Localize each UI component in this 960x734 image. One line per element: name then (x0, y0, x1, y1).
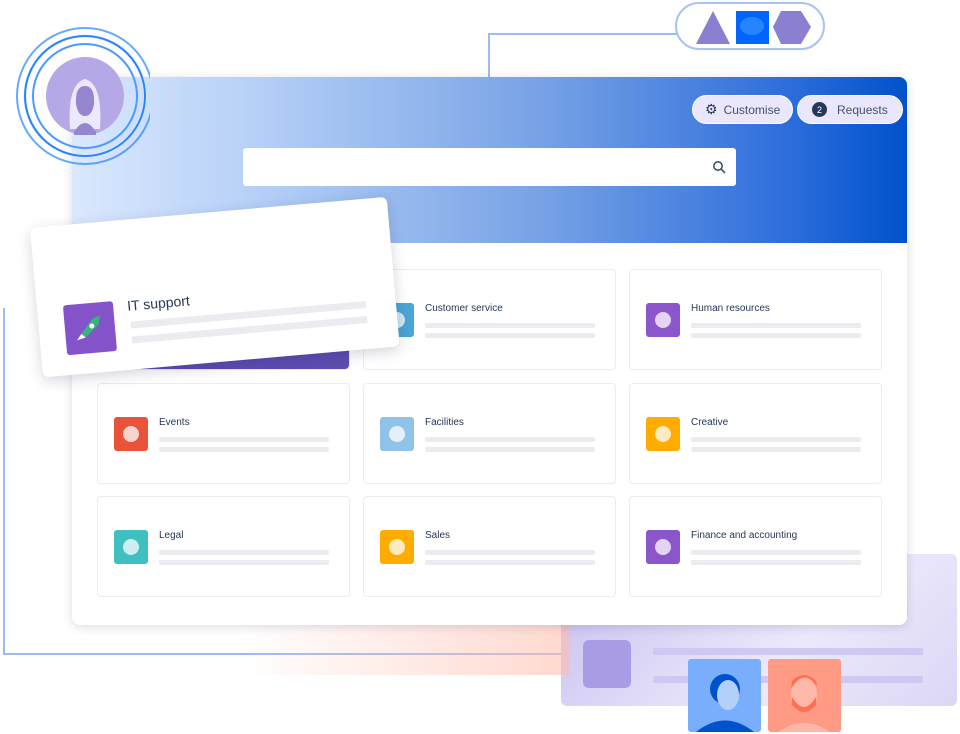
category-card[interactable]: Sales (363, 496, 616, 597)
peach-glow (240, 625, 570, 675)
agent-avatar-woman (688, 659, 761, 732)
category-card[interactable]: Events (97, 383, 350, 484)
card-title: Facilities (425, 417, 464, 428)
card-title: Creative (691, 417, 729, 428)
category-card[interactable]: Facilities (363, 383, 616, 484)
user-avatar (12, 24, 154, 166)
card-title: Human resources (691, 303, 770, 314)
shapes-icon (696, 11, 811, 44)
category-card[interactable]: Customer service (363, 269, 616, 370)
card-title: Legal (159, 530, 184, 541)
requests-button[interactable]: 2 Requests (797, 95, 903, 124)
card-title: Sales (425, 530, 451, 541)
it-support-card[interactable]: IT support (30, 196, 400, 378)
wallet-icon (380, 530, 414, 564)
search-input[interactable] (243, 148, 736, 186)
potion-icon (646, 530, 680, 564)
card-title: Finance and accounting (691, 530, 798, 541)
parrot-icon (646, 303, 680, 337)
agent-avatar-man (768, 659, 841, 732)
requests-count-badge: 2 (812, 102, 827, 117)
rocket-icon (62, 301, 118, 356)
wallet-icon (114, 530, 148, 564)
connector-line (488, 33, 678, 35)
card-title: Customer service (425, 303, 503, 314)
it-support-title: IT support (126, 292, 191, 314)
category-card[interactable]: Creative (629, 383, 882, 484)
category-card[interactable]: Legal (97, 496, 350, 597)
shapes-badge (675, 2, 825, 50)
disc-icon (114, 417, 148, 451)
card-title: Events (159, 417, 190, 428)
connector-line (488, 33, 490, 78)
category-card[interactable]: Human resources (629, 269, 882, 370)
cone-icon (583, 640, 631, 688)
mountain-icon (380, 417, 414, 451)
search-icon (713, 161, 726, 174)
connector-line (3, 308, 5, 655)
customise-button[interactable]: ⚙ Customise (692, 95, 794, 124)
category-card[interactable]: Finance and accounting (629, 496, 882, 597)
easel-icon (646, 417, 680, 451)
gear-icon: ⚙ (705, 101, 718, 117)
